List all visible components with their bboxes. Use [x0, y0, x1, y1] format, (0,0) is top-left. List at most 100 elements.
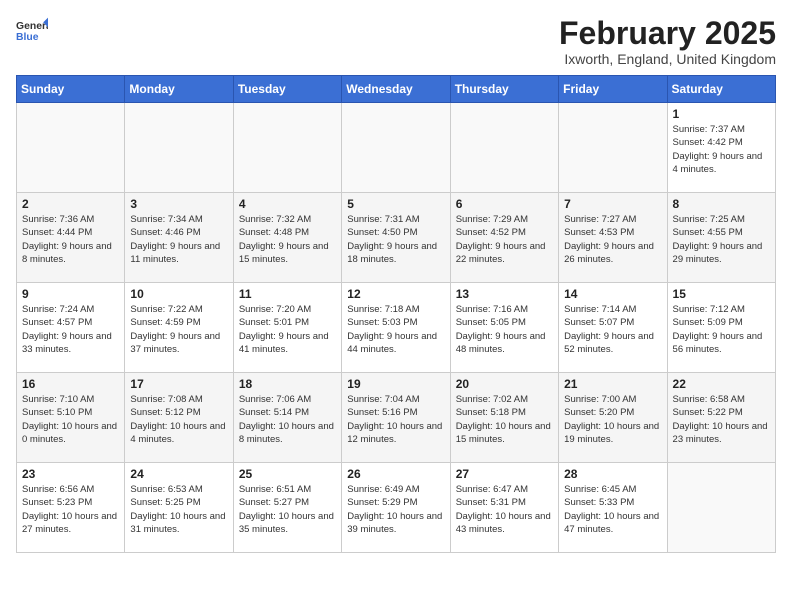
calendar-cell: 16 Sunrise: 7:10 AM Sunset: 5:10 PM Dayli… — [17, 373, 125, 463]
day-number: 21 — [564, 377, 661, 391]
calendar-cell: 14 Sunrise: 7:14 AM Sunset: 5:07 PM Dayli… — [559, 283, 667, 373]
column-header-tuesday: Tuesday — [233, 76, 341, 103]
calendar-week-4: 16 Sunrise: 7:10 AM Sunset: 5:10 PM Dayli… — [17, 373, 776, 463]
calendar-cell: 20 Sunrise: 7:02 AM Sunset: 5:18 PM Dayli… — [450, 373, 558, 463]
day-number: 23 — [22, 467, 119, 481]
day-info: Sunrise: 7:04 AM Sunset: 5:16 PM Dayligh… — [347, 393, 444, 446]
day-info: Sunrise: 7:37 AM Sunset: 4:42 PM Dayligh… — [673, 123, 770, 176]
calendar-cell: 22 Sunrise: 6:58 AM Sunset: 5:22 PM Dayli… — [667, 373, 775, 463]
day-number: 13 — [456, 287, 553, 301]
column-header-thursday: Thursday — [450, 76, 558, 103]
calendar-header-row: SundayMondayTuesdayWednesdayThursdayFrid… — [17, 76, 776, 103]
day-info: Sunrise: 6:56 AM Sunset: 5:23 PM Dayligh… — [22, 483, 119, 536]
calendar-body: 1 Sunrise: 7:37 AM Sunset: 4:42 PM Daylig… — [17, 103, 776, 553]
svg-text:Blue: Blue — [16, 32, 39, 43]
calendar-cell: 2Sunrise: 7:36 AM Sunset: 4:44 PM Daylig… — [17, 193, 125, 283]
day-number: 2 — [22, 197, 119, 211]
calendar-cell: 26Sunrise: 6:49 AM Sunset: 5:29 PM Dayli… — [342, 463, 450, 553]
day-number: 10 — [130, 287, 227, 301]
calendar-cell: 6 Sunrise: 7:29 AM Sunset: 4:52 PM Daylig… — [450, 193, 558, 283]
calendar-cell — [450, 103, 558, 193]
day-number: 1 — [673, 107, 770, 121]
day-number: 22 — [673, 377, 770, 391]
calendar-cell: 8 Sunrise: 7:25 AM Sunset: 4:55 PM Daylig… — [667, 193, 775, 283]
day-number: 7 — [564, 197, 661, 211]
calendar-cell: 15 Sunrise: 7:12 AM Sunset: 5:09 PM Dayli… — [667, 283, 775, 373]
day-number: 26 — [347, 467, 444, 481]
calendar-cell: 9Sunrise: 7:24 AM Sunset: 4:57 PM Daylig… — [17, 283, 125, 373]
calendar-cell: 17 Sunrise: 7:08 AM Sunset: 5:12 PM Dayli… — [125, 373, 233, 463]
day-number: 24 — [130, 467, 227, 481]
calendar-cell: 18 Sunrise: 7:06 AM Sunset: 5:14 PM Dayli… — [233, 373, 341, 463]
calendar-table: SundayMondayTuesdayWednesdayThursdayFrid… — [16, 75, 776, 553]
day-number: 16 — [22, 377, 119, 391]
day-info: Sunrise: 6:47 AM Sunset: 5:31 PM Dayligh… — [456, 483, 553, 536]
calendar-cell: 7 Sunrise: 7:27 AM Sunset: 4:53 PM Daylig… — [559, 193, 667, 283]
calendar-cell: 24 Sunrise: 6:53 AM Sunset: 5:25 PM Dayli… — [125, 463, 233, 553]
day-number: 17 — [130, 377, 227, 391]
calendar-cell: 4Sunrise: 7:32 AM Sunset: 4:48 PM Daylig… — [233, 193, 341, 283]
calendar-week-3: 9Sunrise: 7:24 AM Sunset: 4:57 PM Daylig… — [17, 283, 776, 373]
day-info: Sunrise: 7:32 AM Sunset: 4:48 PM Dayligh… — [239, 213, 336, 266]
day-number: 15 — [673, 287, 770, 301]
calendar-cell: 13 Sunrise: 7:16 AM Sunset: 5:05 PM Dayli… — [450, 283, 558, 373]
column-header-monday: Monday — [125, 76, 233, 103]
day-info: Sunrise: 7:08 AM Sunset: 5:12 PM Dayligh… — [130, 393, 227, 446]
month-title: February 2025 — [559, 16, 776, 51]
day-info: Sunrise: 6:53 AM Sunset: 5:25 PM Dayligh… — [130, 483, 227, 536]
calendar-cell — [559, 103, 667, 193]
column-header-sunday: Sunday — [17, 76, 125, 103]
day-number: 6 — [456, 197, 553, 211]
day-number: 27 — [456, 467, 553, 481]
calendar-cell: 12 Sunrise: 7:18 AM Sunset: 5:03 PM Dayli… — [342, 283, 450, 373]
column-header-wednesday: Wednesday — [342, 76, 450, 103]
day-number: 9 — [22, 287, 119, 301]
calendar-cell: 28 Sunrise: 6:45 AM Sunset: 5:33 PM Dayli… — [559, 463, 667, 553]
day-number: 12 — [347, 287, 444, 301]
day-number: 14 — [564, 287, 661, 301]
calendar-cell: 1 Sunrise: 7:37 AM Sunset: 4:42 PM Daylig… — [667, 103, 775, 193]
calendar-cell: 11 Sunrise: 7:20 AM Sunset: 5:01 PM Dayli… — [233, 283, 341, 373]
calendar-cell — [233, 103, 341, 193]
location: Ixworth, England, United Kingdom — [559, 51, 776, 67]
calendar-week-1: 1 Sunrise: 7:37 AM Sunset: 4:42 PM Daylig… — [17, 103, 776, 193]
calendar-cell: 23 Sunrise: 6:56 AM Sunset: 5:23 PM Dayli… — [17, 463, 125, 553]
svg-text:General: General — [16, 21, 48, 32]
day-number: 11 — [239, 287, 336, 301]
day-number: 20 — [456, 377, 553, 391]
day-info: Sunrise: 6:51 AM Sunset: 5:27 PM Dayligh… — [239, 483, 336, 536]
column-header-saturday: Saturday — [667, 76, 775, 103]
calendar-week-2: 2Sunrise: 7:36 AM Sunset: 4:44 PM Daylig… — [17, 193, 776, 283]
calendar-cell — [17, 103, 125, 193]
day-number: 28 — [564, 467, 661, 481]
day-info: Sunrise: 7:16 AM Sunset: 5:05 PM Dayligh… — [456, 303, 553, 356]
day-number: 18 — [239, 377, 336, 391]
calendar-cell — [342, 103, 450, 193]
logo: General Blue — [16, 16, 52, 44]
day-number: 8 — [673, 197, 770, 211]
day-info: Sunrise: 7:10 AM Sunset: 5:10 PM Dayligh… — [22, 393, 119, 446]
calendar-cell: 19Sunrise: 7:04 AM Sunset: 5:16 PM Dayli… — [342, 373, 450, 463]
day-number: 5 — [347, 197, 444, 211]
calendar-cell: 27 Sunrise: 6:47 AM Sunset: 5:31 PM Dayli… — [450, 463, 558, 553]
day-info: Sunrise: 7:25 AM Sunset: 4:55 PM Dayligh… — [673, 213, 770, 266]
column-header-friday: Friday — [559, 76, 667, 103]
day-info: Sunrise: 6:45 AM Sunset: 5:33 PM Dayligh… — [564, 483, 661, 536]
day-info: Sunrise: 7:14 AM Sunset: 5:07 PM Dayligh… — [564, 303, 661, 356]
day-info: Sunrise: 7:29 AM Sunset: 4:52 PM Dayligh… — [456, 213, 553, 266]
day-info: Sunrise: 7:27 AM Sunset: 4:53 PM Dayligh… — [564, 213, 661, 266]
calendar-cell: 3Sunrise: 7:34 AM Sunset: 4:46 PM Daylig… — [125, 193, 233, 283]
day-info: Sunrise: 7:20 AM Sunset: 5:01 PM Dayligh… — [239, 303, 336, 356]
day-info: Sunrise: 7:12 AM Sunset: 5:09 PM Dayligh… — [673, 303, 770, 356]
day-info: Sunrise: 7:34 AM Sunset: 4:46 PM Dayligh… — [130, 213, 227, 266]
day-info: Sunrise: 7:31 AM Sunset: 4:50 PM Dayligh… — [347, 213, 444, 266]
day-info: Sunrise: 7:02 AM Sunset: 5:18 PM Dayligh… — [456, 393, 553, 446]
calendar-cell: 25 Sunrise: 6:51 AM Sunset: 5:27 PM Dayli… — [233, 463, 341, 553]
calendar-cell: 10 Sunrise: 7:22 AM Sunset: 4:59 PM Dayli… — [125, 283, 233, 373]
day-number: 25 — [239, 467, 336, 481]
day-info: Sunrise: 6:58 AM Sunset: 5:22 PM Dayligh… — [673, 393, 770, 446]
calendar-cell — [125, 103, 233, 193]
day-info: Sunrise: 7:18 AM Sunset: 5:03 PM Dayligh… — [347, 303, 444, 356]
day-info: Sunrise: 7:06 AM Sunset: 5:14 PM Dayligh… — [239, 393, 336, 446]
day-info: Sunrise: 7:22 AM Sunset: 4:59 PM Dayligh… — [130, 303, 227, 356]
